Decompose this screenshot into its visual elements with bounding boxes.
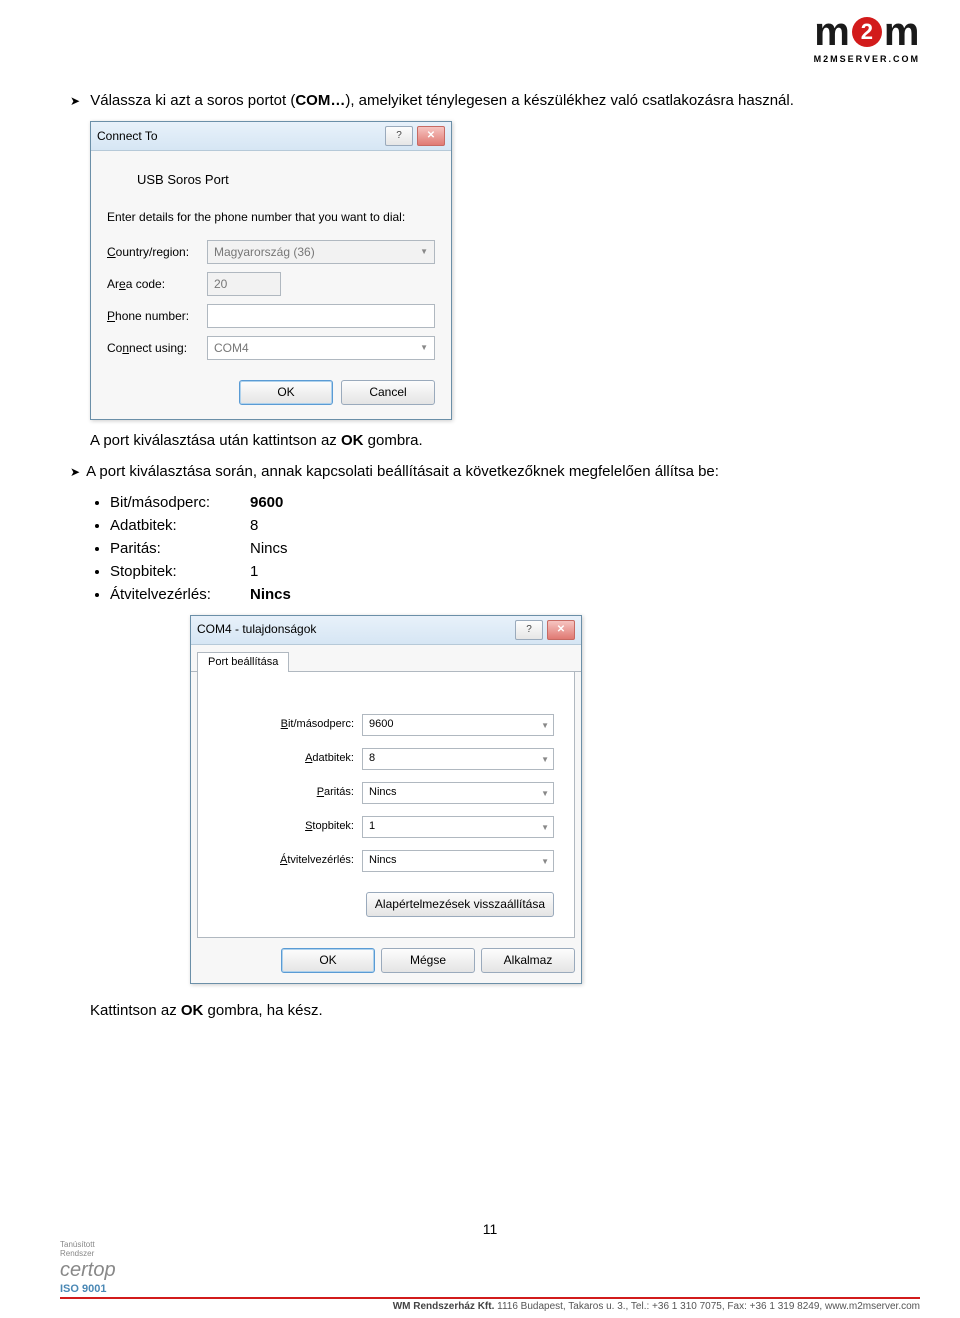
close-button[interactable]: ✕ [547, 620, 575, 640]
area-code-label: Area code: [107, 276, 207, 293]
instruction-3: A port kiválasztása során, annak kapcsol… [70, 461, 890, 482]
cancel-button[interactable]: Mégse [381, 948, 475, 973]
logo-subtext: M2MSERVER.COM [814, 54, 920, 64]
connect-to-dialog: Connect To ? ✕ USB Soros Port Enter deta… [90, 121, 452, 420]
settings-item: Adatbitek:8 [110, 515, 890, 536]
port-setting-row: Átvitelvezérlés:Nincs▼ [218, 850, 554, 872]
port-setting-label: Adatbitek: [244, 751, 362, 766]
connect-using-label: Connect using: [107, 340, 207, 357]
page-footer: 11 Tanúsított Rendszer certop ISO 9001 W… [0, 1221, 960, 1318]
settings-item-label: Adatbitek: [110, 515, 250, 536]
certop-logo: certop [60, 1259, 116, 1281]
footer-contact-line: WM Rendszerház Kft. 1116 Budapest, Takar… [60, 1297, 920, 1312]
instruction-4: Kattintson az OK gombra, ha kész. [90, 1000, 890, 1021]
country-dropdown[interactable]: Magyarország (36) ▼ [207, 240, 435, 264]
port-properties-title: COM4 - tulajdonságok [197, 621, 316, 638]
connect-to-title: Connect To [97, 128, 158, 145]
port-setting-dropdown[interactable]: Nincs▼ [362, 850, 554, 872]
port-setting-row: Adatbitek:8▼ [218, 748, 554, 770]
logo-m-right: m [884, 12, 920, 52]
port-setting-row: Stopbitek:1▼ [218, 816, 554, 838]
chevron-down-icon: ▼ [541, 720, 549, 731]
instruction-1: Válassza ki azt a soros portot (COM…), a… [70, 90, 890, 111]
chevron-down-icon: ▼ [541, 822, 549, 833]
cert-line-2: Rendszer [60, 1250, 116, 1259]
port-setting-dropdown[interactable]: 9600▼ [362, 714, 554, 736]
chevron-down-icon: ▼ [541, 754, 549, 765]
port-properties-titlebar: COM4 - tulajdonságok ? ✕ [191, 616, 581, 645]
port-setting-label: Paritás: [244, 785, 362, 800]
chevron-down-icon: ▼ [420, 246, 428, 257]
chevron-down-icon: ▼ [541, 788, 549, 799]
logo-m-left: m [814, 12, 850, 52]
settings-item-label: Stopbitek: [110, 561, 250, 582]
port-setting-row: Paritás:Nincs▼ [218, 782, 554, 804]
settings-item: Paritás:Nincs [110, 538, 890, 559]
settings-item-value: 9600 [250, 494, 283, 511]
connect-to-subtitle: USB Soros Port [137, 171, 435, 189]
port-setting-label: Bit/másodperc: [244, 717, 362, 732]
connect-to-titlebar: Connect To ? ✕ [91, 122, 451, 151]
port-setting-dropdown[interactable]: Nincs▼ [362, 782, 554, 804]
settings-item-label: Bit/másodperc: [110, 492, 250, 513]
instruction-2: A port kiválasztása után kattintson az O… [90, 430, 890, 451]
chevron-down-icon: ▼ [541, 856, 549, 867]
settings-item-value: Nincs [250, 540, 288, 557]
country-label: Country/region: [107, 244, 207, 261]
settings-item: Bit/másodperc:9600 [110, 492, 890, 513]
logo-two-circle: 2 [852, 17, 882, 47]
port-properties-dialog: COM4 - tulajdonságok ? ✕ Port beállítása… [190, 615, 582, 984]
reset-defaults-button[interactable]: Alapértelmezések visszaállítása [366, 892, 554, 917]
settings-item-value: 1 [250, 563, 258, 580]
chevron-down-icon: ▼ [420, 342, 428, 353]
cancel-button[interactable]: Cancel [341, 380, 435, 405]
phone-label: Phone number: [107, 308, 207, 325]
settings-item: Stopbitek:1 [110, 561, 890, 582]
help-button[interactable]: ? [385, 126, 413, 146]
help-button[interactable]: ? [515, 620, 543, 640]
area-code-input[interactable]: 20 [207, 272, 281, 296]
tab-port-settings[interactable]: Port beállítása [197, 652, 289, 672]
port-setting-label: Átvitelvezérlés: [244, 853, 362, 868]
settings-item: Átvitelvezérlés:Nincs [110, 584, 890, 605]
brand-logo: m 2 m M2MSERVER.COM [814, 12, 920, 64]
phone-input[interactable] [207, 304, 435, 328]
settings-item-label: Átvitelvezérlés: [110, 584, 250, 605]
port-setting-dropdown[interactable]: 1▼ [362, 816, 554, 838]
settings-item-value: 8 [250, 517, 258, 534]
apply-button[interactable]: Alkalmaz [481, 948, 575, 973]
page-number: 11 [60, 1221, 920, 1237]
settings-list: Bit/másodperc:9600Adatbitek:8Paritás:Nin… [110, 492, 890, 605]
connect-using-dropdown[interactable]: COM4 ▼ [207, 336, 435, 360]
port-setting-dropdown[interactable]: 8▼ [362, 748, 554, 770]
iso-label: ISO 9001 [60, 1283, 116, 1295]
port-setting-label: Stopbitek: [244, 819, 362, 834]
connect-to-instruction: Enter details for the phone number that … [107, 209, 435, 226]
ok-button[interactable]: OK [281, 948, 375, 973]
ok-button[interactable]: OK [239, 380, 333, 405]
port-setting-row: Bit/másodperc:9600▼ [218, 714, 554, 736]
settings-item-value: Nincs [250, 586, 291, 603]
close-button[interactable]: ✕ [417, 126, 445, 146]
settings-item-label: Paritás: [110, 538, 250, 559]
